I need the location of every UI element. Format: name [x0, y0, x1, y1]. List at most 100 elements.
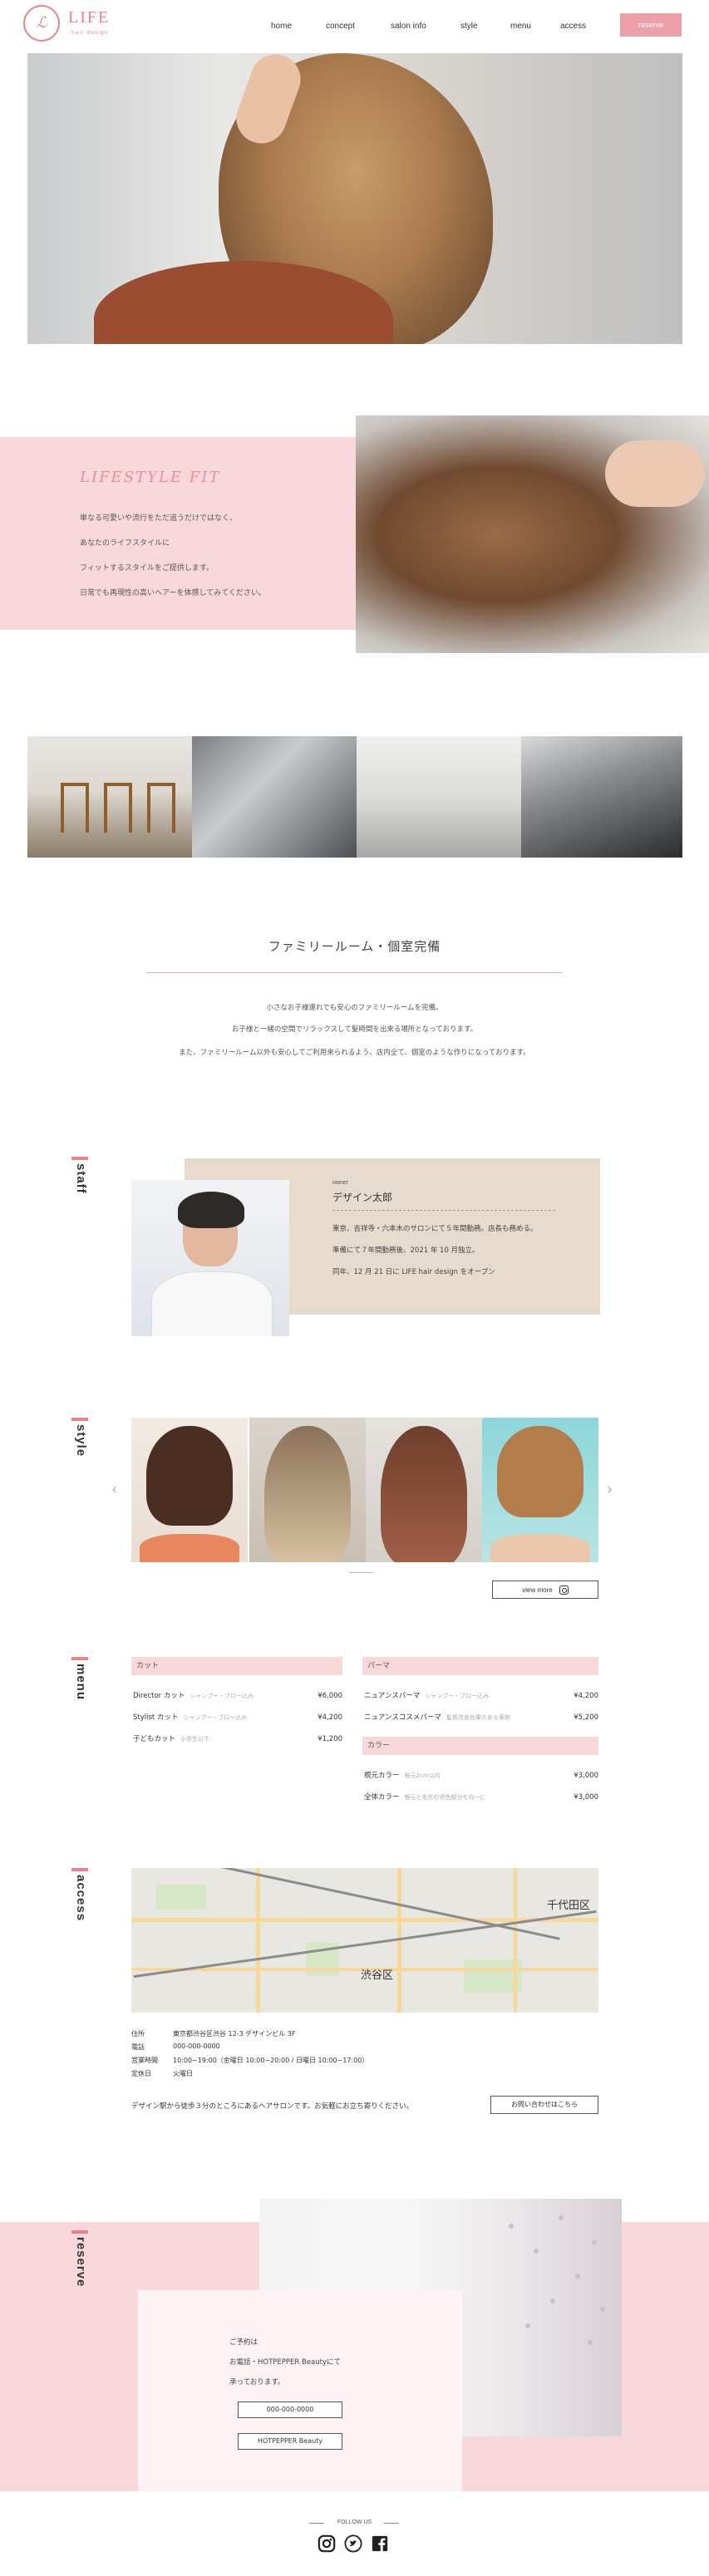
divider — [146, 972, 562, 973]
salon-interior-photo — [357, 736, 521, 858]
menu-item-name: 根元カラー — [364, 1772, 400, 1780]
reserve-line: お電話・HOTPEPPER Beautyにて — [229, 2358, 342, 2367]
lifestyle-line: 日常でも再現性の高いヘアーを体感してみてください。 — [80, 589, 266, 597]
info-key: 営業時間 — [131, 2057, 158, 2064]
style-photo-straight[interactable] — [366, 1418, 482, 1562]
reserve-line: 承っております。 — [229, 2378, 285, 2387]
info-value: 東京都渋谷区渋谷 12-3 デザインビル 3F — [173, 2030, 296, 2038]
menu-item-price: ¥6,000 — [318, 1692, 342, 1700]
style-photo-blonde[interactable] — [249, 1418, 366, 1562]
family-room-line: 小さなお子様連れでも安心のファミリールームを完備。 — [266, 1004, 443, 1012]
lifestyle-photo — [356, 415, 709, 653]
view-more-button[interactable]: view more — [492, 1581, 598, 1599]
staff-photo — [131, 1180, 289, 1336]
scissors-photo — [192, 736, 357, 858]
header-reserve-button[interactable]: reserve — [620, 13, 682, 37]
style-photo-short[interactable] — [482, 1418, 598, 1562]
staff-bio-line: 準備にて７年間勤務後、2021 年 10 月独立。 — [332, 1246, 480, 1255]
menu-item-desc: 髪質改善効果のある薬剤 — [446, 1714, 510, 1721]
menu-item-price: ¥3,000 — [574, 1772, 598, 1780]
lifestyle-line: フィットするスタイルをご提供します。 — [80, 564, 214, 573]
info-value: 10:00~19:00（金曜日 10:00~20:00 / 日曜日 10:00~… — [173, 2057, 369, 2064]
map-label: 渋谷区 — [361, 1969, 394, 1982]
carousel-prev-arrow[interactable]: ‹ — [111, 1481, 117, 1498]
logo-subtitle: hair design — [71, 30, 109, 36]
carousel-indicator — [349, 1572, 374, 1573]
menu-item-price: ¥1,200 — [318, 1735, 342, 1743]
reserve-hotpepper-button[interactable]: HOTPEPPER Beauty — [238, 2433, 342, 2450]
nav-access[interactable]: access — [560, 22, 586, 31]
menu-item-name: Director カット — [133, 1692, 185, 1700]
menu-item-price: ¥4,200 — [574, 1692, 598, 1700]
family-room-title: ファミリールーム・個室完備 — [268, 939, 441, 954]
twitter-icon[interactable] — [344, 2534, 362, 2553]
info-key: 電話 — [131, 2043, 145, 2051]
menu-item: 根元カラー 根元2cm以内 ¥3,000 — [364, 1770, 598, 1780]
view-more-label: view more — [522, 1585, 553, 1594]
family-room-line: また、ファミリールーム以外も安心してご利用来られるよう、店内全て、個室のような作… — [179, 1049, 530, 1057]
instagram-icon — [559, 1585, 569, 1595]
info-key: 住所 — [131, 2030, 145, 2038]
reserve-phone-button[interactable]: 000-000-0000 — [238, 2401, 342, 2418]
divider — [332, 1210, 555, 1211]
lifestyle-title: LIFESTYLE FIT — [80, 469, 221, 486]
nav-menu[interactable]: menu — [510, 22, 531, 31]
menu-item-name: ニュアンスコスメパーマ — [364, 1713, 441, 1722]
menu-item: 子どもカット 小学生以下 ¥1,200 — [133, 1733, 342, 1743]
staff-bio-line: 同年、12 月 21 日に LIFE hair design をオープン — [332, 1268, 495, 1276]
menu-item-name: 全体カラー — [364, 1793, 400, 1802]
nav-concept[interactable]: concept — [326, 22, 355, 31]
carousel-next-arrow[interactable]: › — [607, 1481, 613, 1498]
menu-item: ニュアンスコスメパーマ 髪質改善効果のある薬剤 ¥5,200 — [364, 1712, 598, 1722]
staff-section-label: staff — [71, 1157, 88, 1194]
salon-chairs-photo — [27, 736, 192, 858]
reserve-line: ご予約は — [229, 2338, 258, 2347]
style-section-label: style — [71, 1418, 88, 1457]
instagram-icon[interactable] — [318, 2534, 336, 2553]
menu-item: 全体カラー 根元と毛先の退色部分を均一に ¥3,000 — [364, 1792, 598, 1802]
family-room-line: お子様と一緒の空間でリラックスして髪時間を出来る場所となっております。 — [231, 1025, 478, 1034]
logo-text[interactable]: LIFE — [68, 8, 110, 27]
menu-item-name: 子どもカット — [133, 1735, 176, 1743]
menu-item-desc: 根元2cm以内 — [404, 1772, 441, 1779]
menu-item-desc: シャンプー・ブロー込み — [425, 1693, 490, 1699]
menu-item-desc: 根元と毛先の退色部分を均一に — [404, 1794, 486, 1801]
staff-bio-line: 東京、吉祥寺・六本木のサロンにて５年間勤務。店長も務める。 — [332, 1225, 538, 1233]
facebook-icon[interactable] — [371, 2534, 389, 2553]
nav-salon-info[interactable]: salon info — [391, 22, 426, 31]
map-label: 千代田区 — [547, 1900, 591, 1912]
access-section-label: access — [71, 1868, 88, 1921]
menu-item: Stylist カット シャンプー・ブロー込み ¥4,200 — [133, 1712, 342, 1722]
menu-item-price: ¥3,000 — [574, 1793, 598, 1802]
menu-item-desc: 小学生以下 — [180, 1736, 210, 1743]
menu-item-name: Stylist カット — [133, 1713, 179, 1722]
menu-item: Director カット シャンプー・ブロー込み ¥6,000 — [133, 1690, 342, 1700]
reserve-card — [138, 2290, 462, 2491]
follow-us-label: FOLLOW US — [337, 2519, 372, 2525]
info-value: 000-000-0000 — [173, 2043, 220, 2050]
lifestyle-line: あなたのライフスタイルに — [80, 539, 170, 548]
reserve-section-label: reserve — [71, 2230, 88, 2287]
staff-role: owner — [332, 1180, 349, 1186]
contact-button[interactable]: お問い合わせはこちら — [490, 2096, 598, 2114]
nav-style[interactable]: style — [460, 22, 478, 31]
menu-item-name: ニュアンスパーマ — [364, 1692, 421, 1700]
info-value: 火曜日 — [173, 2070, 193, 2077]
style-photo-bob[interactable] — [131, 1418, 248, 1562]
staff-name: デザイン太郎 — [332, 1192, 393, 1203]
menu-color-heading: カラー — [362, 1737, 598, 1755]
menu-perm-heading: パーマ — [362, 1657, 598, 1675]
access-map[interactable]: 千代田区 渋谷区 — [131, 1868, 598, 2013]
menu-section-label: menu — [71, 1657, 88, 1700]
hero-image — [27, 53, 682, 344]
access-note: デザイン駅から徒歩３分のところにあるヘアサロンです。お気軽にお立ち寄りください。 — [131, 2102, 414, 2111]
menu-item-desc: シャンプー・ブロー込み — [190, 1693, 254, 1699]
lifestyle-panel — [0, 437, 357, 630]
logo-icon[interactable]: ℒ — [23, 5, 60, 42]
divider — [384, 2523, 399, 2524]
info-key: 定休日 — [131, 2070, 151, 2077]
nav-home[interactable]: home — [271, 22, 292, 31]
shampoo-station-photo — [521, 736, 682, 858]
menu-cut-heading: カット — [131, 1657, 342, 1675]
menu-item-price: ¥5,200 — [574, 1713, 598, 1722]
